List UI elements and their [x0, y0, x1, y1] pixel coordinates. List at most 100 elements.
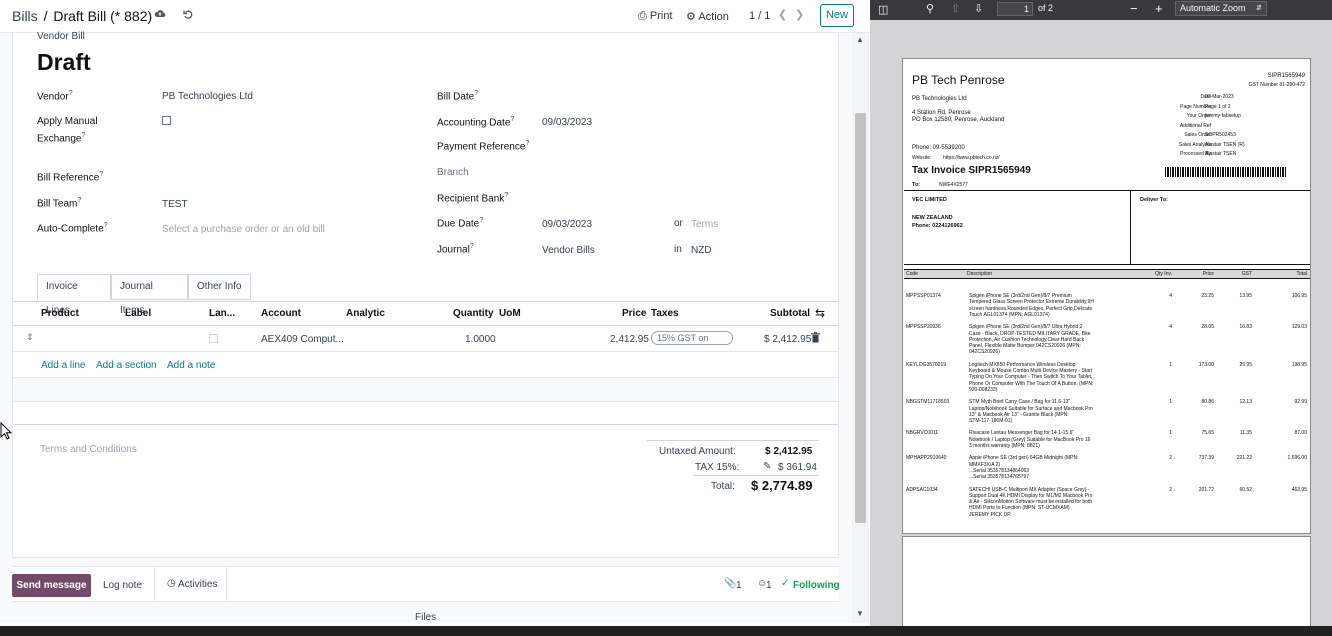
recipient-bank-label: Recipient Bank?: [437, 192, 509, 205]
pdf-line-code: ADPSAC1034: [906, 486, 938, 493]
pager-next-icon[interactable]: ❯: [795, 8, 804, 21]
tab-other-info[interactable]: Other Info: [188, 274, 251, 300]
col-account[interactable]: Account: [261, 308, 301, 319]
pager-value[interactable]: 1 / 1: [749, 10, 770, 22]
pdf-line-description: 042CS20926): [969, 349, 1000, 356]
bill-team-field[interactable]: TEST: [162, 199, 188, 210]
due-date-label: Due Date?: [437, 217, 484, 230]
new-button[interactable]: New: [820, 4, 854, 27]
chatter-bar: Send message Log note ◷ Activities 📎 1 ☺…: [12, 566, 840, 602]
chevron-updown-icon: ⇵: [1256, 5, 1262, 12]
following-button[interactable]: Following: [793, 580, 840, 591]
vendor-field[interactable]: PB Technologies Ltd: [162, 91, 253, 102]
breadcrumb-separator: /: [43, 8, 48, 24]
scroll-down-icon[interactable]: ▼: [856, 609, 864, 618]
scroll-up-icon[interactable]: ▲: [856, 35, 864, 44]
in-label: in: [674, 244, 682, 255]
add-line-link[interactable]: Add a line: [41, 360, 85, 371]
col-analytic[interactable]: Analytic: [346, 308, 385, 319]
pager-previous-icon[interactable]: ❮: [778, 8, 787, 21]
pdf-document-pane[interactable]: PB Tech Penrose PB Technologies Ltd 4 St…: [870, 20, 1332, 626]
pdf-country: NEW ZEALAND: [912, 215, 953, 221]
due-date-field[interactable]: 09/03/2023: [542, 219, 592, 230]
zoom-value: Automatic Zoom: [1180, 3, 1246, 13]
pdf-line-description: Typing On Your Computer - Then Switch To…: [969, 374, 1093, 381]
pdf-line-description: Panel, Flexible Matte Bumper 042CS20926 …: [969, 343, 1081, 350]
auto-complete-field[interactable]: Select a purchase order or an old bill: [162, 224, 325, 235]
previous-page-icon[interactable]: ⇧: [951, 2, 960, 15]
next-page-icon[interactable]: ⇩: [974, 2, 983, 15]
col-subtotal[interactable]: Subtotal: [770, 308, 810, 319]
tab-invoice-lines[interactable]: Invoice Lines: [37, 274, 111, 316]
action-button[interactable]: ⚙ Action: [686, 10, 729, 23]
pdf-line-description: HDMI Ports to Function (MPN: ST-UCMXAM): [969, 505, 1070, 512]
accounting-date-field[interactable]: 09/03/2023: [542, 117, 592, 128]
pdf-line-qty: 1: [1169, 399, 1172, 406]
col-taxes[interactable]: Taxes: [651, 308, 679, 319]
add-section-link[interactable]: Add a section: [96, 360, 157, 371]
pdf-line-price: 23.25: [1201, 293, 1214, 299]
discard-undo-icon[interactable]: [182, 8, 194, 23]
payment-reference-field[interactable]: [542, 139, 662, 153]
col-label[interactable]: Label: [125, 308, 151, 319]
total-label: Total:: [711, 481, 735, 492]
print-button[interactable]: ⎙ Print: [638, 10, 673, 23]
zoom-in-icon[interactable]: +: [1155, 1, 1163, 16]
branch-label: Branch: [437, 167, 469, 178]
untaxed-amount-value: $ 2,412.95: [765, 446, 813, 457]
trash-icon[interactable]: [811, 332, 820, 346]
page-number-input[interactable]: 1: [997, 2, 1033, 16]
pdf-meta-value: 07-Mar-2023: [1205, 94, 1234, 100]
pdf-column-header: Qty Inv.: [1155, 271, 1172, 277]
scrollbar-thumb[interactable]: [855, 113, 866, 523]
apply-exchange-checkbox[interactable]: [162, 116, 171, 125]
add-note-link[interactable]: Add a note: [167, 360, 215, 371]
recipient-bank-field[interactable]: [542, 191, 662, 205]
language-checkbox[interactable]: [209, 334, 218, 343]
drag-handle-icon[interactable]: ⇕: [26, 332, 34, 343]
sidebar-toggle-icon[interactable]: ◫: [878, 3, 888, 16]
activities-button[interactable]: ◷ Activities: [154, 567, 227, 602]
pdf-website-label: Website:: [912, 155, 932, 161]
form-scrollbar[interactable]: ▲ ▼: [852, 33, 869, 623]
table-row[interactable]: ⇕ AEX409 Comput... 1.0000 2,412.95 15% G…: [13, 326, 838, 352]
send-message-button[interactable]: Send message: [12, 574, 91, 597]
account-cell[interactable]: AEX409 Comput...: [261, 334, 344, 345]
currency-field[interactable]: NZD: [691, 245, 712, 256]
paperclip-icon[interactable]: 📎: [724, 578, 736, 589]
col-price[interactable]: Price: [622, 308, 646, 319]
tab-journal-items[interactable]: Journal Items: [111, 274, 188, 316]
pdf-address-box: [904, 190, 1310, 265]
bill-reference-field[interactable]: [162, 169, 392, 183]
pdf-line-total: 129.03: [1291, 324, 1307, 331]
col-product[interactable]: Product: [41, 308, 79, 319]
log-note-button[interactable]: Log note: [103, 580, 142, 591]
col-language[interactable]: Lan...: [209, 308, 235, 319]
pdf-customer-phone: Phone: 0224126962: [912, 223, 963, 229]
search-icon[interactable]: ⚲: [926, 2, 934, 15]
payment-terms-field[interactable]: Terms: [691, 219, 718, 230]
col-uom[interactable]: UoM: [499, 308, 521, 319]
pdf-deliver-to: Deliver To:: [1140, 197, 1169, 203]
zoom-select[interactable]: Automatic Zoom ⇵: [1175, 1, 1267, 16]
quantity-cell[interactable]: 1.0000: [465, 334, 496, 345]
breadcrumb-bills-link[interactable]: Bills: [12, 8, 38, 24]
empty-row: [13, 377, 838, 401]
save-cloud-icon[interactable]: [154, 8, 166, 23]
pdf-invoice-number: SIPR1565949: [1267, 73, 1305, 79]
zoom-out-icon[interactable]: −: [1130, 1, 1138, 16]
pdf-address-divider: [1130, 190, 1131, 265]
column-settings-icon[interactable]: ⇆: [815, 306, 825, 320]
tax-tag[interactable]: 15% GST on Expen: [651, 331, 733, 345]
edit-tax-pencil-icon[interactable]: ✎: [763, 461, 771, 472]
pdf-toolbar: ◫ ⚲ ⇧ ⇩ 1 of 2 − + Automatic Zoom ⇵: [870, 0, 1332, 20]
terms-and-conditions-field[interactable]: Terms and Conditions: [40, 444, 137, 455]
tax-label: TAX 15%:: [695, 462, 740, 473]
col-quantity[interactable]: Quantity: [453, 308, 494, 319]
bill-date-field[interactable]: [542, 89, 662, 103]
journal-field[interactable]: Vendor Bills: [542, 245, 595, 256]
price-cell[interactable]: 2,412.95: [610, 334, 649, 345]
pdf-line-gst: 16.83: [1239, 324, 1252, 331]
gear-icon: ⚙: [686, 11, 696, 23]
print-label: Print: [649, 10, 673, 22]
